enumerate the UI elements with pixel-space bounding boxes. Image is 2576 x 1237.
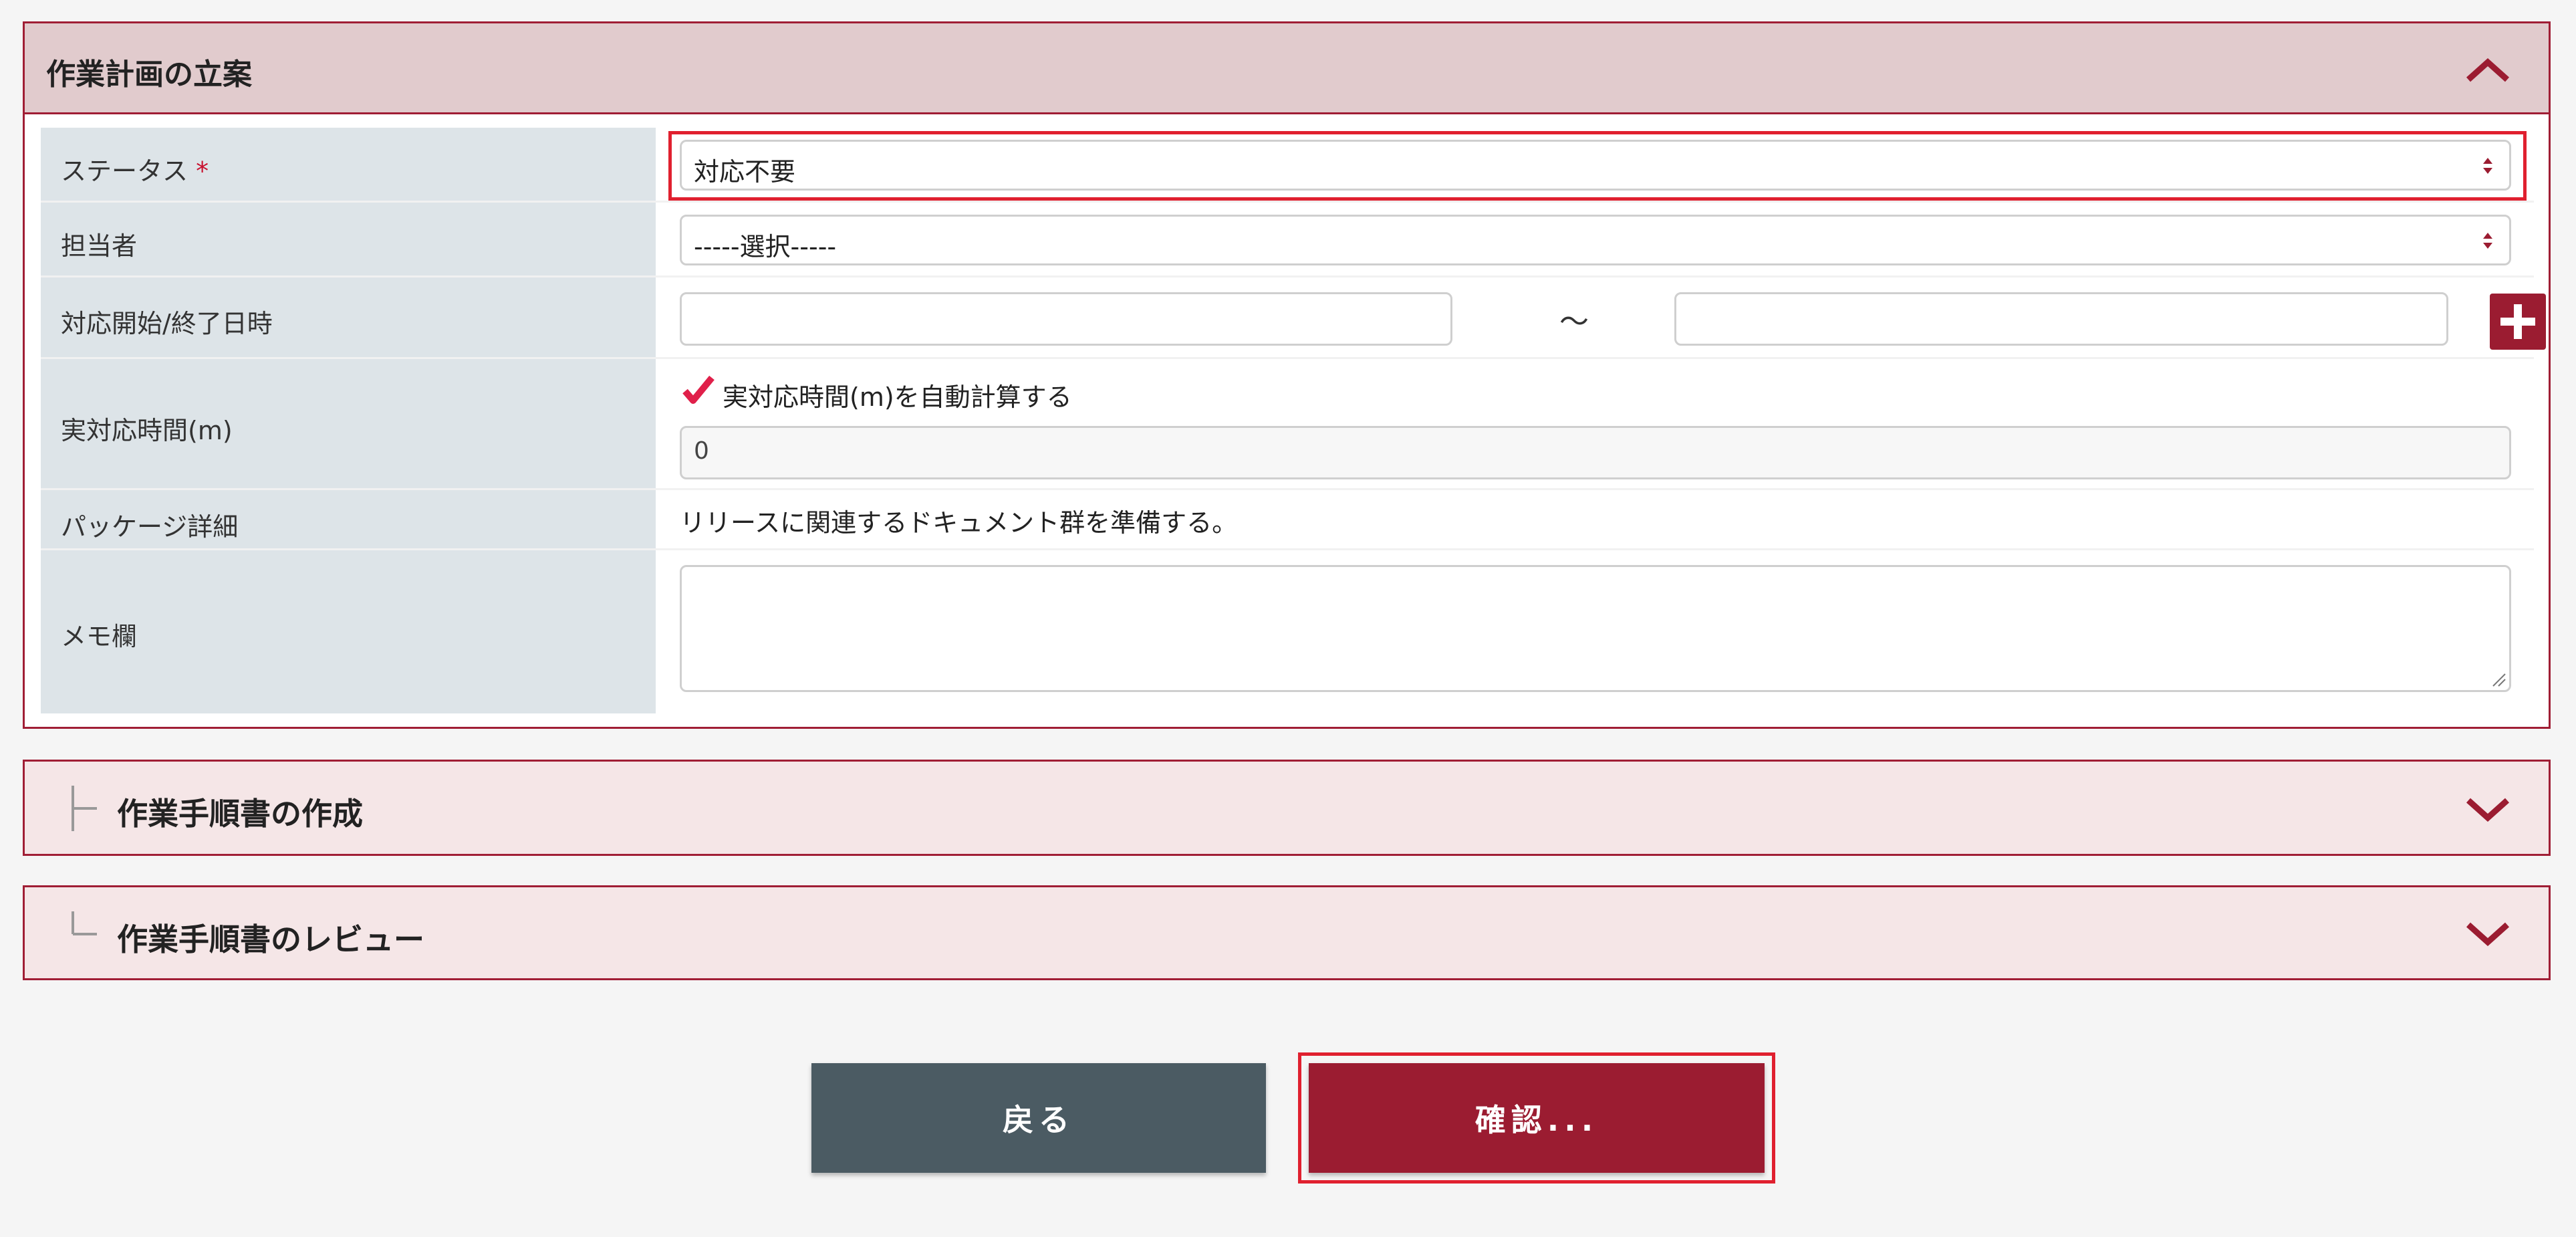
memo-label: メモ欄 <box>61 622 138 651</box>
package-detail-label: パッケージ詳細 <box>61 512 239 542</box>
label-cell-package-detail: パッケージ詳細 <box>41 490 656 548</box>
label-cell-assignee: 担当者 <box>41 203 656 275</box>
row-datetime: 対応開始/終了日時 ～ <box>41 277 2546 359</box>
status-label: ステータス * <box>61 156 209 186</box>
start-datetime-input[interactable] <box>680 292 1452 346</box>
row-status: ステータス * 対応不要 <box>41 128 2534 203</box>
label-cell-memo: メモ欄 <box>41 550 656 713</box>
row-actual-time: 実対応時間(m) 実対応時間(m)を自動計算する 0 <box>41 359 2534 490</box>
row-assignee: 担当者 -----選択----- <box>41 203 2534 277</box>
value-cell-memo <box>656 550 2534 713</box>
plus-icon <box>2500 304 2535 339</box>
select-arrows-icon <box>2483 233 2492 249</box>
actual-time-value: 0 <box>694 437 709 465</box>
section-procedure-title: 作業手順書の作成 <box>117 796 363 832</box>
value-cell-actual-time: 実対応時間(m)を自動計算する 0 <box>656 359 2534 488</box>
end-datetime-input[interactable] <box>1674 292 2448 346</box>
actual-time-input[interactable]: 0 <box>680 426 2511 479</box>
row-memo: メモ欄 <box>41 550 2534 713</box>
auto-calc-label: 実対応時間(m)を自動計算する <box>723 382 1072 412</box>
chevron-up-icon[interactable] <box>2464 57 2511 84</box>
status-select-value: 対応不要 <box>694 157 796 187</box>
resize-handle-icon[interactable] <box>2489 670 2506 687</box>
package-detail-text: リリースに関連するドキュメント群を準備する。 <box>680 508 1238 538</box>
label-cell-datetime: 対応開始/終了日時 <box>41 277 656 357</box>
value-cell-assignee: -----選択----- <box>656 203 2534 275</box>
tree-branch-icon <box>72 786 97 831</box>
label-cell-actual-time: 実対応時間(m) <box>41 359 656 488</box>
add-datetime-button[interactable] <box>2490 294 2546 350</box>
actual-time-label: 実対応時間(m) <box>61 416 233 445</box>
datetime-separator: ～ <box>1559 305 1589 339</box>
memo-textarea[interactable] <box>680 565 2511 692</box>
status-select[interactable]: 対応不要 <box>680 140 2511 191</box>
chevron-down-icon[interactable] <box>2464 796 2511 823</box>
section-review-title: 作業手順書のレビュー <box>117 921 424 958</box>
back-button[interactable]: 戻る <box>811 1063 1266 1173</box>
datetime-label: 対応開始/終了日時 <box>61 309 273 338</box>
section-review[interactable]: 作業手順書のレビュー <box>23 885 2551 980</box>
checkmark-icon[interactable] <box>681 374 716 407</box>
required-mark: * <box>196 156 209 186</box>
section-procedure[interactable]: 作業手順書の作成 <box>23 760 2551 856</box>
assignee-select[interactable]: -----選択----- <box>680 215 2511 265</box>
label-cell-status: ステータス * <box>41 128 656 201</box>
chevron-down-icon[interactable] <box>2464 921 2511 947</box>
section-plan: 作業計画の立案 ステータス * 対応不要 担当者 -----選択----- 対応… <box>23 21 2551 729</box>
confirm-button[interactable]: 確認... <box>1309 1063 1765 1173</box>
section-plan-title: 作業計画の立案 <box>46 58 252 92</box>
value-cell-status: 対応不要 <box>656 128 2534 201</box>
section-plan-header[interactable]: 作業計画の立案 <box>25 23 2549 114</box>
assignee-label: 担当者 <box>61 231 138 261</box>
select-arrows-icon <box>2483 158 2492 174</box>
value-cell-datetime: ～ <box>656 277 2546 357</box>
row-package-detail: パッケージ詳細 リリースに関連するドキュメント群を準備する。 <box>41 490 2534 550</box>
page-root: 作業計画の立案 ステータス * 対応不要 担当者 -----選択----- 対応… <box>0 0 2576 1237</box>
tree-end-icon <box>72 911 97 935</box>
assignee-select-value: -----選択----- <box>694 232 837 261</box>
value-cell-package-detail: リリースに関連するドキュメント群を準備する。 <box>656 490 2534 548</box>
auto-calc-checkbox[interactable]: 実対応時間(m)を自動計算する <box>681 374 1072 412</box>
